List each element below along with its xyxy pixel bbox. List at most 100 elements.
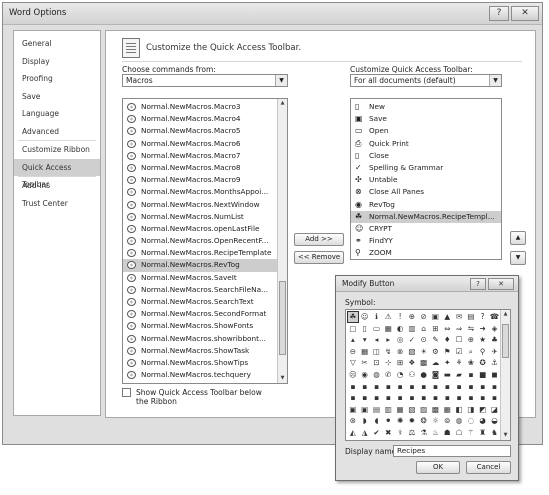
symbol-option[interactable]: ▭ — [371, 323, 383, 335]
command-item[interactable]: Normal.NewMacros.ShowTask — [123, 345, 287, 357]
symbol-option[interactable]: ⚖ — [406, 427, 418, 439]
symbol-option[interactable]: ❖ — [406, 357, 418, 369]
symbol-option[interactable]: ▥ — [382, 404, 394, 416]
nav-item-quick-access-toolbar[interactable]: Quick Access Toolbar — [14, 158, 100, 189]
symbol-option[interactable]: ▥ — [406, 323, 418, 335]
symbol-option[interactable]: ✂ — [359, 357, 371, 369]
command-item[interactable]: Normal.NewMacros.OpenRecentF... — [123, 235, 287, 247]
nav-item-trust-center[interactable]: Trust Center — [14, 195, 100, 213]
symbol-option[interactable]: ◭ — [347, 427, 359, 439]
symbol-option[interactable]: ◈ — [489, 323, 501, 335]
chevron-down-icon[interactable]: ▼ — [489, 75, 501, 86]
symbol-option[interactable]: ◍ — [453, 415, 465, 427]
symbol-option[interactable]: ◎ — [394, 334, 406, 346]
symbol-option[interactable]: ▪ — [359, 381, 371, 393]
symbol-option[interactable]: ▨ — [418, 404, 430, 416]
symbol-option[interactable]: ▪ — [347, 381, 359, 393]
symbol-option[interactable]: ◕ — [477, 415, 489, 427]
command-item[interactable]: Normal.NewMacros.showribbont... — [123, 333, 287, 345]
symbol-option[interactable]: ▪ — [371, 381, 383, 393]
qat-item[interactable]: ⎙ Quick Print — [351, 138, 501, 150]
symbol-option[interactable]: ▣ — [430, 311, 442, 323]
symbol-option[interactable]: ⌕ — [465, 346, 477, 358]
command-item[interactable]: Normal.NewMacros.Macro6 — [123, 138, 287, 150]
commands-list[interactable]: Normal.NewMacros.Macro3 Normal.NewMacros.… — [122, 98, 288, 384]
symbol-option[interactable]: ⊕ — [465, 334, 477, 346]
symbol-option[interactable]: ▯ — [359, 323, 371, 335]
symbol-option[interactable]: ☖ — [453, 427, 465, 439]
symbol-option[interactable]: ▧ — [406, 404, 418, 416]
remove-button[interactable]: << Remove — [294, 251, 344, 264]
symbol-option[interactable]: ▴ — [347, 334, 359, 346]
symbol-option[interactable]: ⚗ — [418, 427, 430, 439]
symbol-picker[interactable]: ☘ ☺ ℹ ⚠! ⊕ ⊘ ▣ ▲ ✉ ▤? ☎ ▢ ▯ ▭ ▦ ◐ ▥ ⌂ ⊞ ⇔ ⇒ ⇋ ➜ ◈ ▴ ▾ ◂ ▸ ◎ ✓ ⊙ ✎ ♦ ☐ ⊕ ★ ♣ ⊖… — [345, 309, 511, 441]
symbol-option[interactable]: Φ — [477, 439, 489, 441]
command-item[interactable]: Normal.NewMacros.ShowTips — [123, 357, 287, 369]
symbol-option[interactable]: ♜ — [477, 427, 489, 439]
move-up-button[interactable]: ▲ — [510, 231, 526, 245]
command-item[interactable]: Normal.NewMacros.RevTog — [123, 259, 287, 272]
symbol-option[interactable]: ♞ — [489, 427, 501, 439]
symbol-option[interactable]: ▤ — [465, 311, 477, 323]
symbol-option[interactable]: ⚚ — [465, 427, 477, 439]
symbol-option[interactable]: ◂ — [371, 334, 383, 346]
symbol-option[interactable]: ✓ — [406, 334, 418, 346]
symbol-option[interactable]: ♦ — [441, 334, 453, 346]
symbol-option[interactable]: ⊗ — [394, 346, 406, 358]
symbol-option[interactable]: ⊘ — [418, 311, 430, 323]
nav-item-display[interactable]: Display — [14, 53, 100, 71]
qat-item[interactable]: ▯ New — [351, 101, 501, 113]
symbol-option[interactable]: ☹ — [347, 369, 359, 381]
command-item[interactable]: Normal.NewMacros.NextWindow — [123, 199, 287, 211]
dialog-help-button[interactable]: ? — [470, 278, 486, 290]
symbol-option[interactable]: ◮ — [359, 427, 371, 439]
symbol-option[interactable]: µ — [465, 439, 477, 441]
symbol-option[interactable]: ✺ — [394, 415, 406, 427]
symbol-option[interactable]: ⚙ — [430, 346, 442, 358]
symbol-option[interactable]: ? — [477, 311, 489, 323]
qat-items-list[interactable]: ▯ New ▣ Save ▭ Open ⎙ Quick Print ▯ Close ✓ Spellin… — [350, 98, 502, 260]
symbol-option[interactable]: ∫ — [406, 439, 418, 441]
symbol-option[interactable]: ▤ — [371, 404, 383, 416]
symbol-option[interactable]: ▪ — [406, 381, 418, 393]
symbol-option[interactable]: ◨ — [465, 404, 477, 416]
symbol-option[interactable]: ▪ — [489, 392, 501, 404]
close-button[interactable]: ✕ — [511, 6, 539, 21]
symbol-option[interactable]: ◔ — [394, 369, 406, 381]
symbol-option[interactable]: ▪ — [394, 392, 406, 404]
symbol-option[interactable]: ✎ — [430, 334, 442, 346]
symbol-option[interactable]: ▪ — [441, 392, 453, 404]
symbol-option[interactable]: ▪ — [477, 381, 489, 393]
symbol-option[interactable]: ≈ — [430, 439, 442, 441]
symbol-option[interactable]: ▪ — [347, 392, 359, 404]
symbol-option[interactable]: √ — [418, 439, 430, 441]
qat-item[interactable]: ⚲ ZOOM — [351, 247, 501, 259]
command-item[interactable]: Normal.NewMacros.ShowFonts — [123, 320, 287, 332]
symbol-option[interactable]: ♨ — [430, 427, 442, 439]
symbol-option[interactable]: ⚕ — [394, 427, 406, 439]
symbol-option[interactable]: ℹ — [371, 311, 383, 323]
scroll-down-icon[interactable]: ▼ — [501, 431, 510, 440]
command-item[interactable]: Normal.NewMacros.techquery — [123, 369, 287, 381]
symbol-option[interactable]: ✔ — [371, 427, 383, 439]
nav-item-proofing[interactable]: Proofing — [14, 70, 100, 88]
symbol-option[interactable]: ◫ — [371, 346, 383, 358]
scroll-thumb[interactable] — [502, 324, 509, 358]
symbol-option[interactable]: ▣ — [359, 404, 371, 416]
symbol-option[interactable]: ▪ — [406, 392, 418, 404]
scroll-thumb[interactable] — [279, 281, 286, 355]
symbol-option[interactable]: ✈ — [489, 346, 501, 358]
symbol-option[interactable]: ◩ — [477, 404, 489, 416]
symbol-option[interactable]: ⊞ — [430, 323, 442, 335]
symbol-option[interactable]: ● — [418, 369, 430, 381]
scroll-up-icon[interactable]: ▲ — [501, 310, 510, 319]
symbol-option[interactable]: ⇒ — [453, 323, 465, 335]
command-item[interactable]: Normal.NewMacros.MonthsAppoi... — [123, 186, 287, 198]
qat-item[interactable]: ☺ CRYPT — [351, 223, 501, 235]
symbol-option[interactable]: ✉ — [453, 311, 465, 323]
symbol-option[interactable]: ↯ — [382, 346, 394, 358]
symbol-option[interactable]: ◙ — [430, 369, 442, 381]
nav-item-add-ins[interactable]: Add-Ins — [14, 177, 100, 195]
customize-qat-dropdown[interactable]: For all documents (default) ▼ — [350, 74, 502, 87]
symbol-option[interactable]: ⚫ — [382, 415, 394, 427]
